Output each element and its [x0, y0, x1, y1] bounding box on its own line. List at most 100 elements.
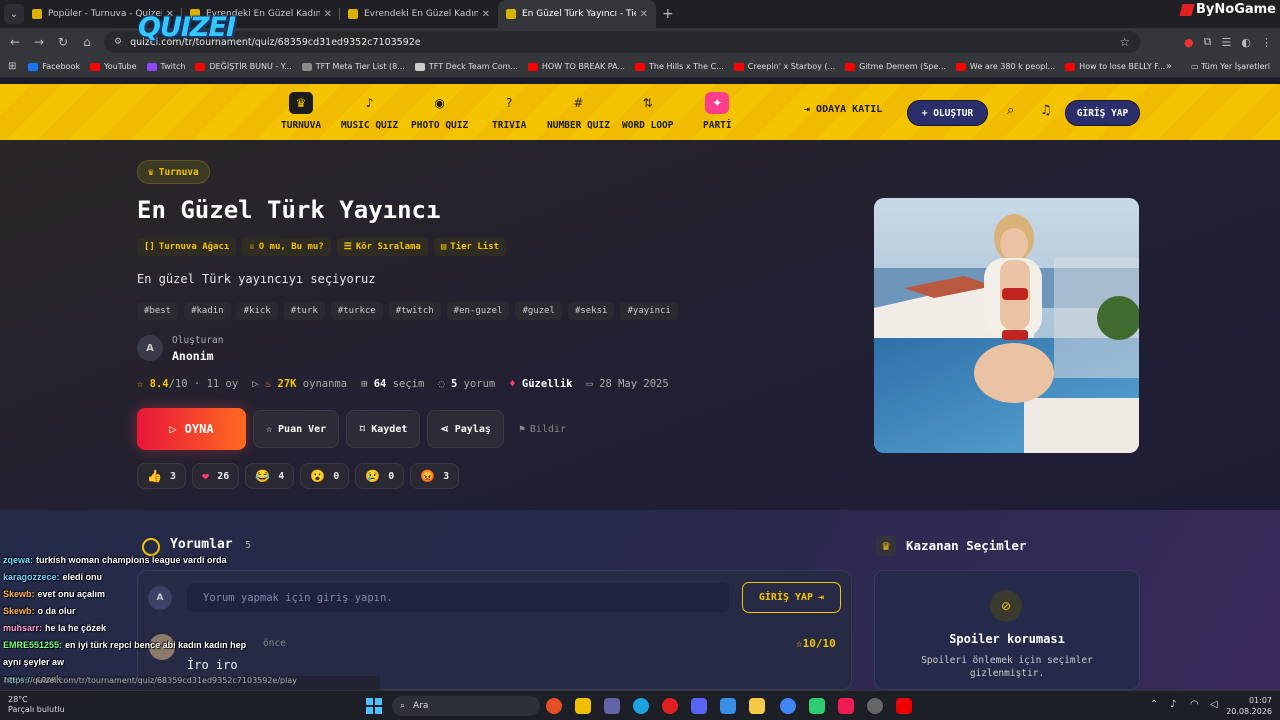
tag-chip[interactable]: #guzel	[515, 302, 562, 320]
home-icon[interactable]: ⌂	[75, 35, 99, 49]
bookmark-item[interactable]: How to lose BELLY F...	[1065, 62, 1165, 71]
menu-kebab-icon[interactable]: ⋮	[1261, 36, 1272, 49]
app-icon[interactable]	[809, 698, 825, 714]
login-button[interactable]: GİRİŞ YAP	[1065, 100, 1140, 126]
share-button[interactable]: ⋖ Paylaş	[427, 410, 504, 448]
windows-start-icon[interactable]	[366, 698, 382, 714]
tag-chip[interactable]: #seksi	[567, 302, 615, 320]
reaction-button[interactable]: 😂 4	[245, 463, 295, 489]
tab-search-icon[interactable]: ⌄	[4, 4, 24, 24]
bookmark-item[interactable]: Gitme Demem (Spe...	[845, 62, 946, 71]
teams-icon[interactable]	[604, 698, 620, 714]
reaction-button[interactable]: 😡 3	[410, 463, 460, 489]
close-tab-icon[interactable]: ✕	[482, 9, 490, 20]
nav-parti[interactable]: ✦ PARTİ	[703, 92, 732, 131]
bookmark-item[interactable]: YouTube	[89, 62, 137, 71]
bookmark-item[interactable]: Facebook	[28, 62, 80, 71]
comment-input[interactable]: Yorum yapmak için giriş yapın.	[187, 583, 729, 612]
close-tab-icon[interactable]: ✕	[640, 9, 648, 20]
tag-chip[interactable]: #turk	[283, 302, 325, 320]
bookmark-item[interactable]: Creepin' x Starboy (...	[733, 62, 835, 71]
site-info-icon[interactable]: ⚙	[114, 37, 122, 47]
discord-icon[interactable]	[691, 698, 707, 714]
creator-name[interactable]: Anonim	[172, 349, 214, 363]
reaction-button[interactable]: 😮 0	[300, 463, 350, 489]
search-icon[interactable]: ⌕	[1007, 103, 1014, 118]
opera-icon[interactable]	[662, 698, 678, 714]
nav-turnuva[interactable]: ♛ TURNUVA	[281, 92, 321, 131]
taskbar-search[interactable]: ⌕ Ara	[392, 696, 540, 716]
creator-avatar[interactable]: A	[137, 335, 163, 361]
mode-tournament-bracket[interactable]: [] Turnuva Ağacı	[137, 238, 237, 256]
bookmark-item[interactable]: We are 380 k peopl...	[955, 62, 1055, 71]
bookmark-item[interactable]: Twitch	[146, 62, 185, 71]
tag-chip[interactable]: #twitch	[388, 302, 441, 320]
reaction-button[interactable]: ❤ 26	[191, 463, 240, 489]
profile-avatar-icon[interactable]: ◐	[1241, 36, 1251, 49]
mail-icon[interactable]	[720, 698, 736, 714]
nav-word-loop[interactable]: ⇅ WORD LOOP	[622, 92, 673, 131]
bookmark-item[interactable]: HOW TO BREAK PA...	[527, 62, 626, 71]
comment-login-button[interactable]: GİRİŞ YAP ⇥	[742, 582, 841, 613]
edge-icon[interactable]	[633, 698, 649, 714]
media-icon[interactable]: ☰	[1222, 36, 1232, 49]
notification-bell-icon[interactable]: ♫	[1040, 103, 1052, 118]
chat-text: eledi onu	[62, 572, 103, 582]
mode-blind-ranking[interactable]: ☰ Kör Sıralama	[336, 238, 428, 256]
folder-icon[interactable]	[749, 698, 765, 714]
bookmark-label: HOW TO BREAK PA...	[541, 62, 626, 71]
nav-music-quiz[interactable]: ♪ MUSIC QUIZ	[341, 92, 398, 131]
tag-chip[interactable]: #best	[137, 302, 179, 320]
play-button[interactable]: ▷ OYNA	[137, 408, 246, 450]
extensions-puzzle-icon[interactable]: ⧉	[1204, 35, 1212, 49]
tag-chip[interactable]: #kick	[236, 302, 278, 320]
close-tab-icon[interactable]: ✕	[324, 9, 332, 20]
reload-icon[interactable]: ↻	[51, 35, 75, 49]
report-button[interactable]: ⚑ Bildir	[519, 424, 566, 435]
reaction-button[interactable]: 😢 0	[355, 463, 405, 489]
category-label[interactable]: Güzellik	[522, 378, 573, 390]
youtube-icon[interactable]	[896, 698, 912, 714]
mode-this-or-that[interactable]: ♕ O mu, Bu mu?	[242, 238, 331, 256]
apps-grid-icon[interactable]: ⊞	[8, 61, 16, 72]
bookmark-item[interactable]: DEĞİŞTİR BUNU - Y...	[195, 62, 292, 71]
wifi-icon[interactable]: ◠	[1190, 699, 1199, 710]
join-room-button[interactable]: ⇥ ODAYA KATIL	[804, 104, 882, 115]
clock[interactable]: 01:07 20.08.2026	[1226, 695, 1272, 717]
chrome-icon[interactable]	[546, 698, 562, 714]
nav-trivia[interactable]: ? TRIVIA	[492, 92, 526, 131]
volume-icon[interactable]: ◁	[1210, 699, 1218, 710]
tray-chevron-icon[interactable]: ⌃	[1150, 699, 1158, 710]
forward-icon[interactable]: →	[27, 35, 51, 49]
chrome-active-icon[interactable]	[780, 698, 796, 714]
new-tab-icon[interactable]: +	[662, 6, 674, 22]
back-icon[interactable]: ←	[3, 35, 27, 49]
quizei-logo[interactable]: QUIZEI	[138, 12, 236, 43]
bookmark-item[interactable]: The Hills x The C...	[635, 62, 724, 71]
all-bookmarks-link[interactable]: ▭ Tüm Yer İşaretleri	[1191, 62, 1270, 71]
mode-tier-list[interactable]: ▤ Tier List	[433, 238, 507, 256]
tag-chip[interactable]: #yayinci	[620, 302, 678, 320]
more-bookmarks-icon[interactable]: »	[1166, 61, 1172, 72]
reaction-button[interactable]: 👍 3	[137, 463, 186, 489]
browser-tab[interactable]: Evrendeki En Güzel Kadın (En G ✕	[340, 0, 498, 28]
browser-tab-active[interactable]: En Güzel Türk Yayıncı - Tier List ✕	[498, 0, 656, 28]
tag-chip[interactable]: #en-guzel	[446, 302, 510, 320]
tag-chip[interactable]: #kadin	[184, 302, 231, 320]
microphone-icon[interactable]: ♪	[1170, 699, 1176, 710]
bookmark-star-icon[interactable]: ☆	[1119, 35, 1130, 49]
rate-button[interactable]: ☆ Puan Ver	[253, 410, 340, 448]
create-button[interactable]: + OLUŞTUR	[907, 100, 988, 126]
nav-number-quiz[interactable]: # NUMBER QUIZ	[547, 92, 610, 131]
bookmark-item[interactable]: TFT Deck Team Com...	[414, 62, 518, 71]
extension-icon[interactable]: ●	[1184, 36, 1194, 49]
tag-chip[interactable]: #turkce	[330, 302, 383, 320]
tiktok-icon[interactable]	[838, 698, 854, 714]
bookmark-item[interactable]: TFT Meta Tier List (8...	[301, 62, 405, 71]
weather-widget[interactable]: 28°C Parçalı bulutlu	[8, 695, 65, 715]
address-bar[interactable]: ⚙ quizei.com/tr/tournament/quiz/68359cd3…	[104, 31, 1140, 53]
save-button[interactable]: ⌑ Kaydet	[346, 410, 421, 448]
nav-photo-quiz[interactable]: ◉ PHOTO QUIZ	[411, 92, 468, 131]
file-explorer-icon[interactable]	[575, 698, 591, 714]
app-icon[interactable]	[867, 698, 883, 714]
